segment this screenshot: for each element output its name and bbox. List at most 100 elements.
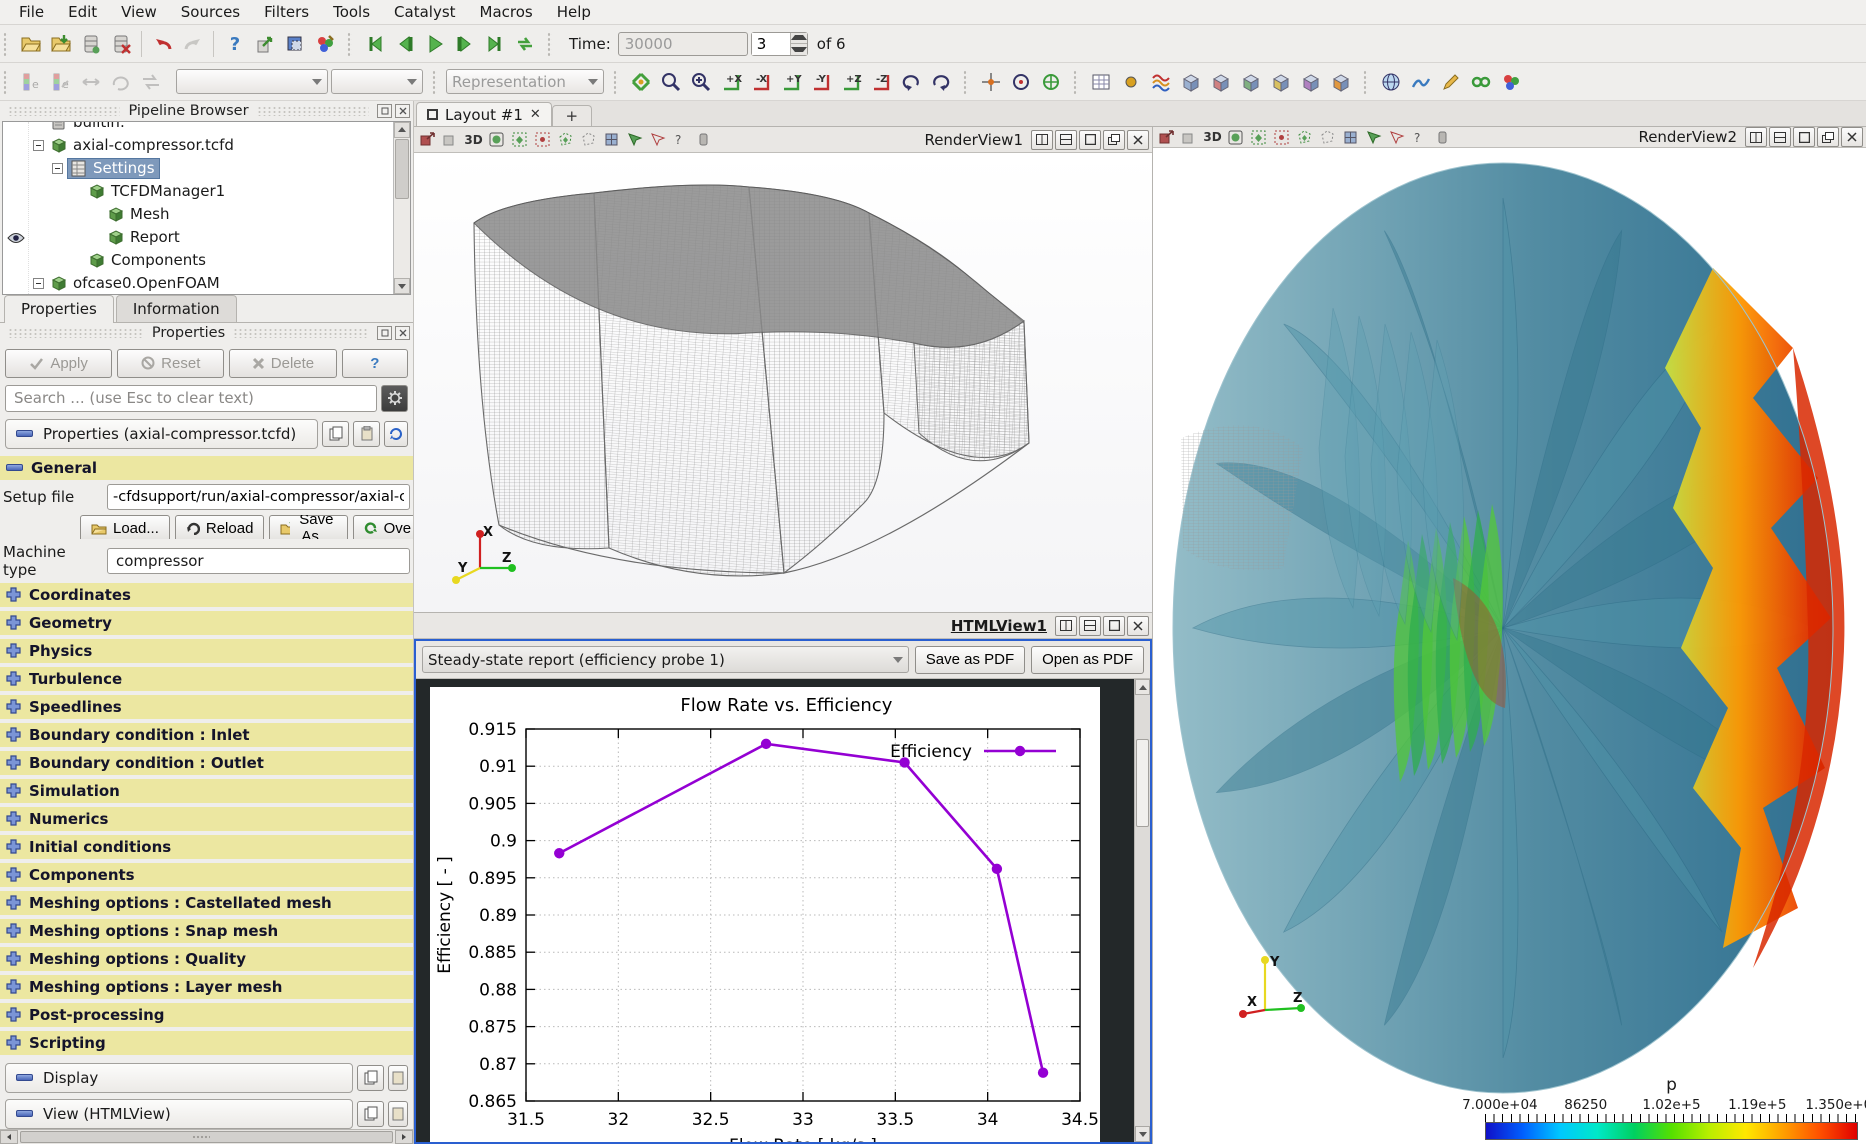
popout-icon[interactable] (1817, 127, 1839, 147)
rotate-90-ccw-icon[interactable] (897, 68, 924, 95)
section-numerics[interactable]: Numerics (0, 807, 413, 831)
server-disconnect-icon[interactable] (107, 30, 134, 57)
select-points-polygon-icon[interactable] (1317, 127, 1338, 148)
sphere-source-icon[interactable] (1377, 68, 1404, 95)
pipeline-browser-titlebar[interactable]: Pipeline Browser (0, 101, 413, 121)
split-vertical-icon[interactable] (1079, 616, 1101, 636)
save-screenshot-icon[interactable] (281, 30, 308, 57)
load-state-icon[interactable] (251, 30, 278, 57)
popout-icon[interactable] (1103, 130, 1125, 150)
tree-collapse-icon[interactable] (33, 278, 44, 289)
new-layout-tab[interactable]: + (552, 105, 592, 126)
section-meshing-options-quality[interactable]: Meshing options : Quality (0, 947, 413, 971)
camera-minus-z-icon[interactable]: -Z (867, 68, 894, 95)
section-meshing-options-castellated-mesh[interactable]: Meshing options : Castellated mesh (0, 891, 413, 915)
toolbar-grip[interactable] (3, 70, 8, 94)
scroll-thumb[interactable] (395, 139, 409, 199)
select-block-icon[interactable] (1340, 127, 1361, 148)
split-horizontal-icon[interactable] (1055, 616, 1077, 636)
camera-minus-x-icon[interactable]: -X (747, 68, 774, 95)
show-center-axes-icon[interactable] (977, 68, 1004, 95)
reload-properties-icon[interactable] (384, 421, 408, 447)
scroll-thumb[interactable] (1136, 739, 1149, 827)
report-select-combo[interactable]: Steady-state report (efficiency probe 1) (422, 646, 909, 673)
section-general[interactable]: General (0, 456, 413, 480)
section-coordinates[interactable]: Coordinates (0, 583, 413, 607)
select-block-icon[interactable] (601, 129, 622, 150)
extract-cube-icon[interactable] (1267, 68, 1294, 95)
hover-points-icon[interactable] (1432, 127, 1453, 148)
pipeline-item-report[interactable]: Report (29, 226, 393, 249)
save-data-icon[interactable] (47, 30, 74, 57)
search-options-gear-icon[interactable] (381, 385, 408, 412)
delete-button[interactable]: Delete (229, 349, 336, 378)
toolbar-grip[interactable] (1073, 70, 1078, 94)
camera-plus-y-icon[interactable]: +Y (777, 68, 804, 95)
scroll-right-icon[interactable] (395, 1130, 413, 1144)
toolbar-grip[interactable] (432, 70, 437, 94)
scroll-down-icon[interactable] (1135, 1126, 1150, 1142)
interactive-select-points-icon[interactable] (1386, 127, 1407, 148)
representation-combo[interactable]: Representation (446, 69, 604, 94)
last-frame-icon[interactable] (481, 30, 508, 57)
split-vertical-icon[interactable] (1055, 130, 1077, 150)
close-view-icon[interactable] (1841, 127, 1863, 147)
apply-button[interactable]: Apply (5, 349, 112, 378)
rescale-custom-range-icon[interactable] (107, 68, 134, 95)
toggle-interaction-mode-3d[interactable]: 3D (1202, 127, 1223, 148)
reset-button[interactable]: Reset (117, 349, 224, 378)
reset-center-icon[interactable] (1037, 68, 1064, 95)
pipeline-item-axial-compressor-tcfd[interactable]: axial-compressor.tcfd (29, 134, 393, 157)
toolbar-grip[interactable] (963, 70, 968, 94)
spreadsheet-view-icon[interactable] (1087, 68, 1114, 95)
split-horizontal-icon[interactable] (1031, 130, 1053, 150)
renderview1-viewport[interactable]: XYZ (414, 153, 1152, 613)
previous-frame-icon[interactable] (391, 30, 418, 57)
contour-lines-icon[interactable] (1407, 68, 1434, 95)
zoom-closest-icon[interactable] (687, 68, 714, 95)
help-icon[interactable]: ? (221, 30, 248, 57)
edit-color-map-icon[interactable]: e (47, 68, 74, 95)
section-components[interactable]: Components (0, 863, 413, 887)
section-boundary-condition-outlet[interactable]: Boundary condition : Outlet (0, 751, 413, 775)
toolbar-grip[interactable] (347, 32, 352, 56)
close-view-icon[interactable] (1127, 130, 1149, 150)
dock-float-icon[interactable] (377, 104, 392, 118)
section-meshing-options-snap-mesh[interactable]: Meshing options : Snap mesh (0, 919, 413, 943)
select-cells-rect-icon[interactable] (509, 129, 530, 150)
rescale-temporal-icon[interactable] (137, 68, 164, 95)
pipeline-item-builtin-[interactable]: builtin: (29, 122, 393, 134)
toolbar-grip[interactable] (613, 70, 618, 94)
maximize-icon[interactable] (1793, 127, 1815, 147)
section-initial-conditions[interactable]: Initial conditions (0, 835, 413, 859)
color-by-combo[interactable] (176, 69, 328, 94)
renderview2-viewport[interactable]: YXZ p 7.000e+04862501.02e+51.19e+51.350e… (1153, 148, 1866, 1144)
save-as-pdf-button[interactable]: Save as PDF (915, 646, 1025, 674)
report-scrollbar[interactable] (1134, 679, 1150, 1142)
first-frame-icon[interactable] (361, 30, 388, 57)
setup-file-input[interactable] (107, 484, 410, 510)
server-connect-icon[interactable] (77, 30, 104, 57)
split-vertical-icon[interactable] (1769, 127, 1791, 147)
pipeline-item-ofcase0-openfoam[interactable]: ofcase0.OpenFOAM (29, 272, 393, 295)
section-turbulence[interactable]: Turbulence (0, 667, 413, 691)
open-as-pdf-button[interactable]: Open as PDF (1031, 646, 1144, 674)
capture-view-icon[interactable] (1179, 127, 1200, 148)
section-meshing-options-layer-mesh[interactable]: Meshing options : Layer mesh (0, 975, 413, 999)
interactive-select-cells-icon[interactable] (1363, 127, 1384, 148)
scroll-left-icon[interactable] (0, 1130, 18, 1144)
toggle-color-legend-icon[interactable]: e (17, 68, 44, 95)
maximize-icon[interactable] (1079, 130, 1101, 150)
rotate-90-cw-icon[interactable] (927, 68, 954, 95)
copy-display-icon[interactable] (357, 1065, 384, 1091)
help-button[interactable]: ? (342, 349, 408, 378)
paste-display-icon[interactable] (388, 1065, 408, 1091)
section-simulation[interactable]: Simulation (0, 779, 413, 803)
dock-close-icon[interactable] (395, 104, 410, 118)
time-value-input[interactable] (618, 32, 748, 56)
view-group-toggle[interactable]: View (HTMLView) (5, 1099, 353, 1129)
glyph-cube-icon[interactable] (1237, 68, 1264, 95)
scroll-up-icon[interactable] (1135, 679, 1150, 695)
pipeline-item-settings[interactable]: Settings (29, 157, 393, 180)
frame-input[interactable] (752, 33, 790, 55)
